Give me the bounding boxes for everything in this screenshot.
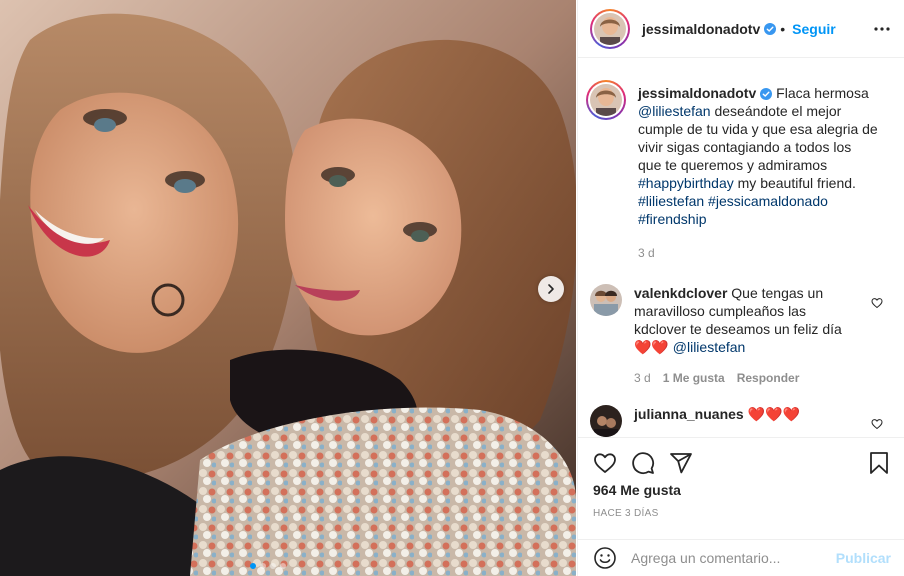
comment-item: julianna_nuanes ❤️❤️❤️ [590,405,891,437]
hashtag-link[interactable]: #firendship [638,211,707,227]
caption-time[interactable]: 3 d [638,244,655,262]
comment-text: julianna_nuanes ❤️❤️❤️ [634,405,852,423]
author-avatar[interactable] [590,8,630,49]
selfie-photo-image [0,0,576,576]
caption-text-segment: my beautiful friend. [733,175,856,191]
author-avatar-image [594,12,626,45]
heart-icon [871,419,883,430]
post-photo[interactable] [0,0,576,576]
heart-icon [871,298,883,309]
heart-icon [594,453,616,473]
like-button[interactable] [593,451,617,475]
mention-link[interactable]: @liliestefan [638,103,711,119]
caption-avatar[interactable] [586,80,626,120]
carousel-dot [260,563,266,569]
comment-icon [632,452,655,475]
like-comment-button[interactable] [871,417,883,433]
caption-username[interactable]: jessimaldonadotv [638,85,756,101]
caption: jessimaldonadotv Flaca hermosa @lilieste… [586,80,891,262]
next-photo-button[interactable] [538,276,564,302]
carousel-indicator [250,563,286,569]
comment-message: ❤️❤️❤️ [743,406,800,422]
hashtag-link[interactable]: #happybirthday [638,175,734,191]
follow-button[interactable]: Seguir [792,21,836,37]
comment-time[interactable]: 3 d [634,369,651,387]
share-button[interactable] [669,451,693,475]
hashtag-link[interactable]: #jessicamaldonado [708,193,828,209]
commenter-avatar[interactable] [590,284,622,316]
post-sidebar: jessimaldonadotv • Seguir jessimaldonado… [577,0,904,576]
paper-plane-icon [670,453,692,474]
likes-count[interactable]: 964 Me gusta [593,482,891,498]
verified-badge-icon [764,22,777,35]
caption-body: Flaca hermosa @liliestefan deseándote el… [638,85,878,227]
header-separator: • [780,20,786,37]
reply-button[interactable]: Responder [737,369,800,387]
comment-item: valenkdclover Que tengas un maravilloso … [590,284,891,387]
post-timestamp[interactable]: HACE 3 DÍAS [593,508,891,519]
commenter-username[interactable]: julianna_nuanes [634,406,744,422]
publish-comment-button[interactable]: Publicar [836,550,891,566]
hashtag-link[interactable]: #liliestefan [638,193,704,209]
comment-mention[interactable]: @liliestefan [673,339,746,355]
comment-text: valenkdclover Que tengas un maravilloso … [634,284,852,356]
action-icons [593,438,891,484]
chevron-right-icon [548,284,554,294]
emoji-button[interactable] [593,546,617,570]
add-comment-section: Publicar [578,539,904,576]
caption-avatar-image [590,84,622,116]
caption-text: jessimaldonadotv Flaca hermosa @lilieste… [638,84,878,228]
comment-button[interactable] [631,451,655,475]
save-button[interactable] [867,451,891,475]
comment-likes[interactable]: 1 Me gusta [663,369,725,387]
verified-badge-icon [760,88,773,100]
carousel-dot [270,563,276,569]
bookmark-icon [870,452,888,474]
commenter-avatar[interactable] [590,405,622,437]
comments-list[interactable]: jessimaldonadotv Flaca hermosa @lilieste… [578,58,904,437]
carousel-dot [250,563,256,569]
smiley-icon [594,547,616,569]
author-username[interactable]: jessimaldonadotv [642,21,760,37]
caption-text-segment: Flaca hermosa [772,85,869,101]
more-options-button[interactable] [874,26,890,31]
post-actions: 964 Me gusta HACE 3 DÍAS [578,437,904,530]
carousel-dot [280,563,286,569]
commenter-username[interactable]: valenkdclover [634,285,727,301]
ellipsis-icon [874,26,890,31]
comment-input[interactable] [631,550,836,566]
like-comment-button[interactable] [871,296,883,312]
post-header: jessimaldonadotv • Seguir [578,0,904,58]
